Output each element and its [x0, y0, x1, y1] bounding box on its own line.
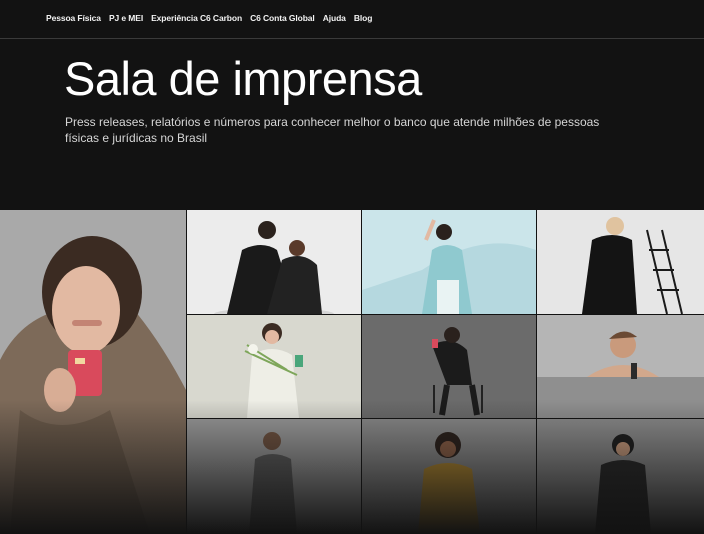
nav-item-blog[interactable]: Blog: [354, 13, 373, 23]
photo-woman-ladder: [537, 210, 704, 314]
photo-woman-blue-outfit: [362, 210, 536, 314]
nav-item-pessoa-fisica[interactable]: Pessoa Física: [46, 13, 101, 23]
photo-woman-yellow: [362, 419, 536, 534]
nav-item-conta-global[interactable]: C6 Conta Global: [250, 13, 315, 23]
photo-man-seated: [187, 419, 361, 534]
photo-couple-black: [187, 210, 361, 314]
photo-gallery: [0, 210, 704, 534]
photo-woman-chair: [362, 315, 536, 418]
page-title: Sala de imprensa: [64, 52, 422, 105]
top-navigation: Pessoa Física PJ e MEI Experiência C6 Ca…: [0, 0, 704, 39]
nav-item-ajuda[interactable]: Ajuda: [323, 13, 346, 23]
nav-item-c6-carbon[interactable]: Experiência C6 Carbon: [151, 13, 242, 23]
photo-man-table: [537, 315, 704, 418]
nav-item-pj-mei[interactable]: PJ e MEI: [109, 13, 143, 23]
photo-woman-dark: [537, 419, 704, 534]
featured-photo: [0, 210, 186, 534]
nav-menu: Pessoa Física PJ e MEI Experiência C6 Ca…: [46, 13, 372, 23]
page-subtitle: Press releases, relatórios e números par…: [65, 115, 600, 145]
photo-woman-flowers: [187, 315, 361, 418]
